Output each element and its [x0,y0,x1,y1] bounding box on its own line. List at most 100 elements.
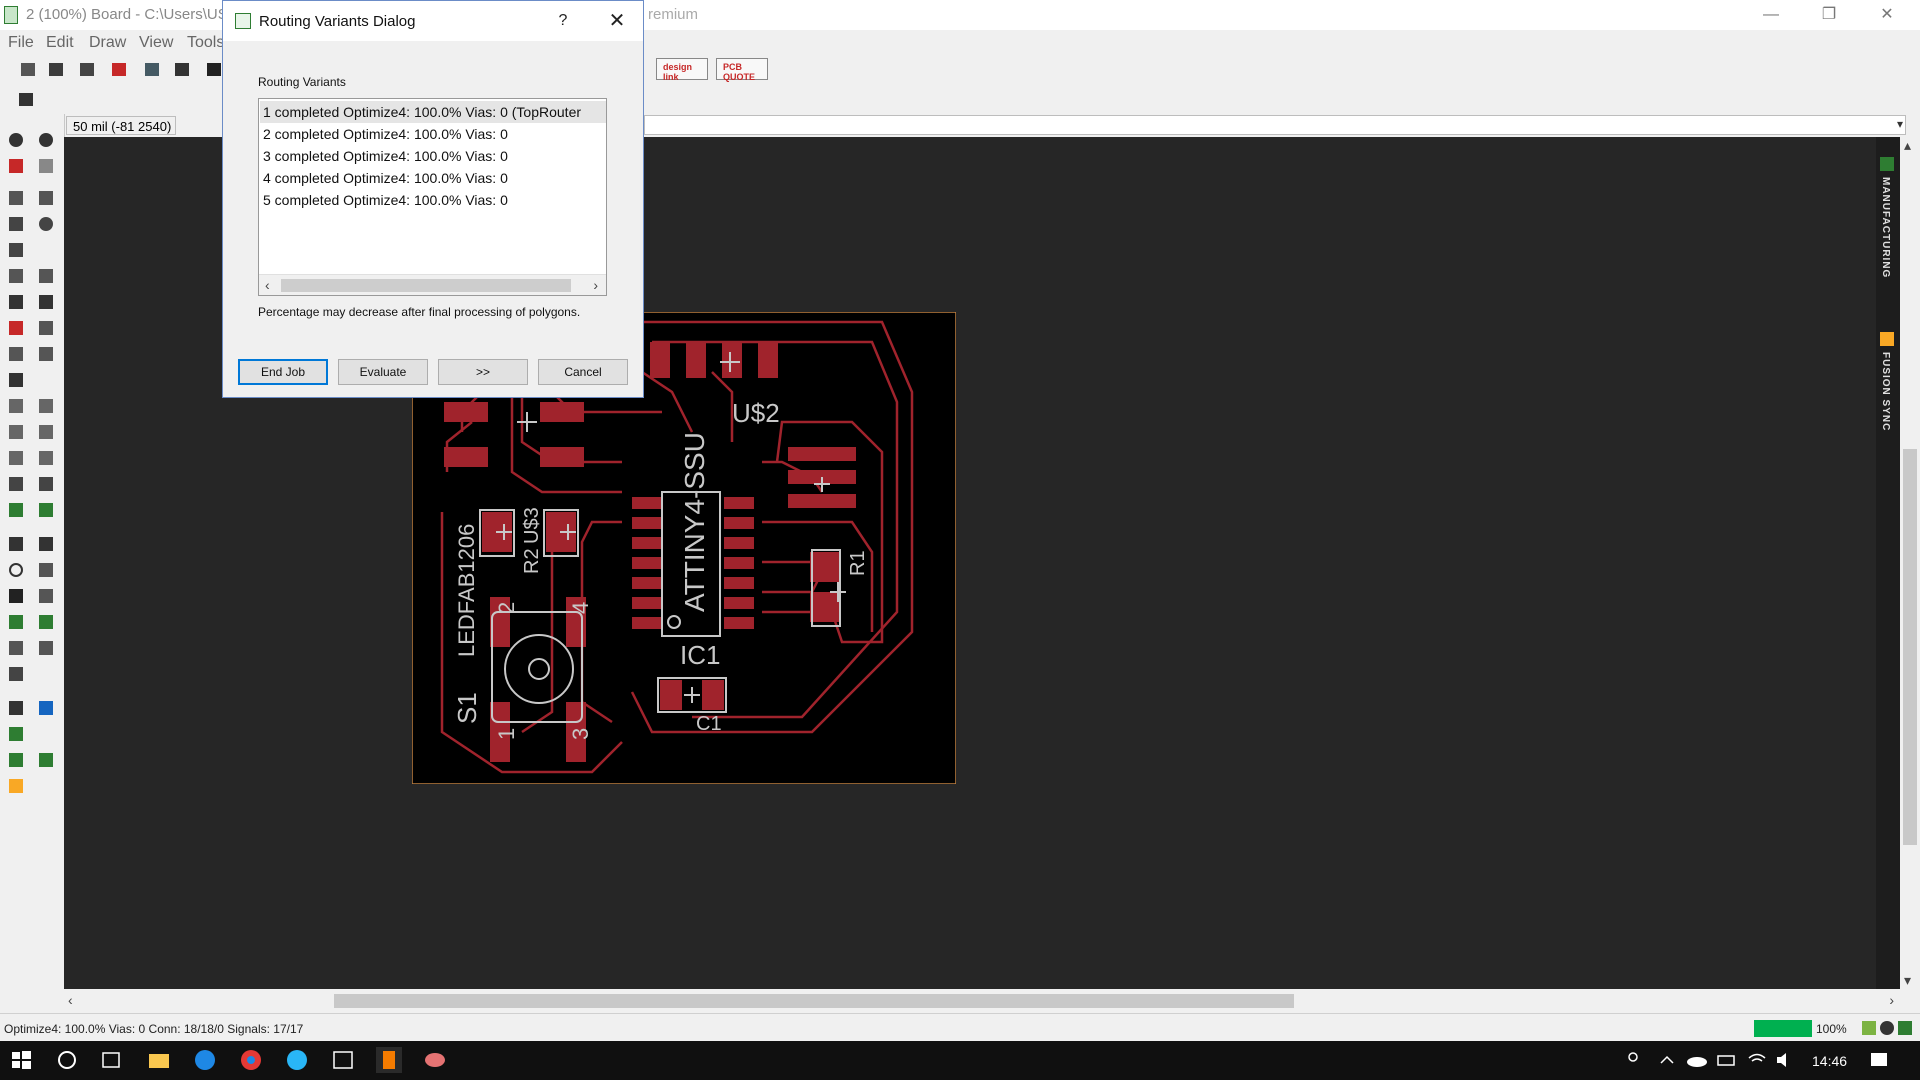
show-eye-icon[interactable] [36,130,56,150]
dialog-close-button[interactable]: ✕ [597,7,637,35]
eagle-taskbar-icon[interactable] [376,1047,402,1073]
menu-view[interactable]: View [139,34,173,52]
move-cross-icon[interactable] [36,188,56,208]
wire-icon[interactable] [6,534,26,554]
onedrive-icon[interactable] [1684,1047,1710,1073]
grid-icon[interactable] [204,60,224,80]
text-icon[interactable] [36,534,56,554]
telegram-icon[interactable] [284,1047,310,1073]
drc-icon[interactable] [36,750,56,770]
optimize-icon[interactable] [6,396,26,416]
horizontal-scrollbar[interactable]: ‹ › [64,989,1900,1013]
list-scroll-left-icon[interactable]: ‹ [265,277,270,293]
lock-icon[interactable] [6,370,26,390]
evaluate-button[interactable]: Evaluate [338,359,428,385]
save-icon[interactable] [46,60,66,80]
move-icon[interactable] [6,188,26,208]
change-icon[interactable] [6,344,26,364]
autorouter-icon[interactable] [36,698,56,718]
taskbar-clock[interactable]: 14:46 [1812,1053,1847,1069]
command-line-input[interactable]: ▾ [644,115,1906,135]
scroll-up-icon[interactable]: ▴ [1904,137,1911,154]
ulp-icon[interactable] [172,60,192,80]
horizontal-scroll-thumb[interactable] [334,994,1294,1008]
restore-button[interactable]: ❐ [1806,0,1852,30]
list-horizontal-scrollbar[interactable]: ‹ › [259,274,606,295]
hole-icon[interactable] [6,638,26,658]
wifi-icon[interactable] [1744,1047,1770,1073]
variant-item-2[interactable]: 2 completed Optimize4: 100.0% Vias: 0 [263,123,508,145]
rect-icon[interactable] [6,586,26,606]
swap-icon[interactable] [36,344,56,364]
volume-icon[interactable] [1772,1047,1798,1073]
replace-icon[interactable] [6,318,26,338]
scroll-left-icon[interactable]: ‹ [68,992,73,1008]
board-check-icon[interactable] [6,724,26,744]
list-scroll-thumb[interactable] [281,279,571,292]
chevron-up-icon[interactable] [1654,1047,1680,1073]
polygon-icon[interactable] [36,586,56,606]
print-icon[interactable] [77,60,97,80]
fusion-sync-tab[interactable]: FUSION SYNC [1880,332,1896,431]
notifications-icon[interactable] [1866,1047,1892,1073]
smash-icon[interactable] [36,396,56,416]
align-icon[interactable] [6,240,26,260]
via-icon[interactable] [6,612,26,632]
split-icon[interactable] [6,422,26,442]
menu-edit[interactable]: Edit [46,34,74,52]
attribute-icon[interactable] [36,638,56,658]
battery-icon[interactable] [1714,1047,1740,1073]
erc-icon[interactable] [6,750,26,770]
arc-icon[interactable] [36,560,56,580]
design-link-button[interactable]: design link [656,58,708,82]
board-icon[interactable] [142,60,162,80]
close-window-button[interactable]: ✕ [1864,0,1910,30]
vertical-scroll-thumb[interactable] [1903,449,1917,845]
group-icon[interactable] [36,318,56,338]
variant-item-4[interactable]: 4 completed Optimize4: 100.0% Vias: 0 [263,167,508,189]
cancel-button[interactable]: Cancel [538,359,628,385]
menu-file[interactable]: File [8,34,34,52]
end-job-button[interactable]: End Job [238,359,328,385]
delete-icon[interactable] [6,292,26,312]
info-icon[interactable] [6,130,26,150]
ripup-icon[interactable] [36,500,56,520]
layer-display-icon[interactable] [6,156,26,176]
mark-icon[interactable] [36,156,56,176]
warning-icon[interactable] [6,776,26,796]
grid-settings-icon[interactable] [16,90,36,110]
add-icon[interactable] [36,448,56,468]
meander-icon[interactable] [6,474,26,494]
variant-item-3[interactable]: 3 completed Optimize4: 100.0% Vias: 0 [263,145,508,167]
menu-tools[interactable]: Tools [187,34,224,52]
paint-icon[interactable] [422,1047,448,1073]
mirror-icon[interactable] [6,214,26,234]
circle-icon[interactable] [6,560,26,580]
search-icon[interactable] [54,1047,80,1073]
variant-item-5[interactable]: 5 completed Optimize4: 100.0% Vias: 0 [263,189,508,211]
rotate-icon[interactable] [36,214,56,234]
next-button[interactable]: >> [438,359,528,385]
signal-icon[interactable] [36,612,56,632]
pcb-quote-button[interactable]: PCB QUOTE [716,58,768,82]
list-scroll-right-icon[interactable]: › [593,277,598,293]
menu-draw[interactable]: Draw [89,34,126,52]
autorouter-status-icon[interactable] [1898,1021,1912,1035]
photos-icon[interactable] [330,1047,356,1073]
edge-browser-icon[interactable] [192,1047,218,1073]
diff-pair-icon[interactable] [36,474,56,494]
ratsnest-icon[interactable] [6,698,26,718]
dimension-icon[interactable] [6,664,26,684]
wrench-icon[interactable] [36,292,56,312]
open-icon[interactable] [18,60,38,80]
vertical-scrollbar[interactable]: ▴ ▾ [1900,137,1920,989]
chevron-down-icon[interactable]: ▾ [1897,117,1903,131]
manufacturing-tab[interactable]: MANUFACTURING [1880,157,1896,278]
minimize-button[interactable]: — [1748,0,1794,30]
stop-icon[interactable] [1880,1021,1894,1035]
scroll-right-icon[interactable]: › [1889,992,1894,1008]
windows-start-icon[interactable] [8,1047,34,1073]
scroll-down-icon[interactable]: ▾ [1904,972,1911,989]
help-button[interactable]: ? [551,9,575,33]
route-icon[interactable] [6,500,26,520]
